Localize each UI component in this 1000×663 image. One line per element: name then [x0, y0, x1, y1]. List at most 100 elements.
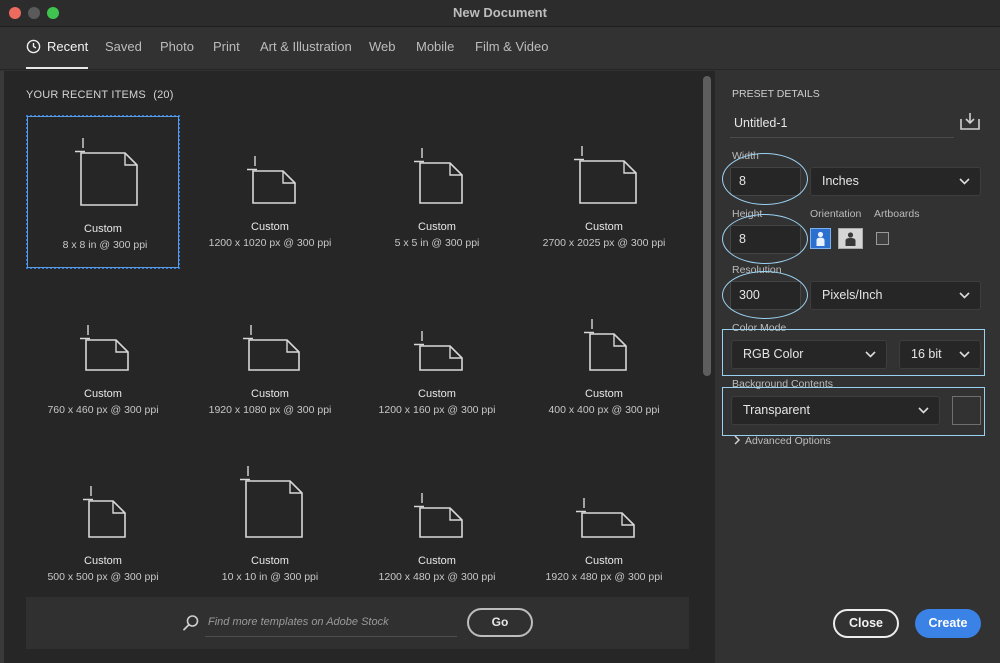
recent-item-tile[interactable]: Custom 500 x 500 px @ 300 ppi	[26, 449, 180, 603]
artboards-checkbox[interactable]	[876, 232, 889, 245]
artboards-label: Artboards	[874, 208, 920, 220]
color-mode-value: RGB Color	[743, 347, 804, 361]
recent-items-title: YOUR RECENT ITEMS	[26, 89, 146, 101]
resolution-unit-dropdown[interactable]: Pixels/Inch	[810, 281, 981, 310]
portrait-orientation-button[interactable]	[810, 228, 831, 249]
recent-items-header: YOUR RECENT ITEMS (20)	[26, 89, 174, 101]
close-button[interactable]: Close	[833, 609, 899, 638]
chevron-down-icon	[959, 350, 970, 358]
document-preset-icon	[80, 325, 129, 371]
document-name-field[interactable]: Untitled-1	[730, 110, 954, 138]
bit-depth-value: 16 bit	[911, 347, 942, 361]
recent-item-size: 1200 x 480 px @ 300 ppi	[378, 571, 496, 583]
category-tabs: Recent Saved Photo Print Art & Illustrat…	[0, 27, 1000, 70]
title-bar: New Document	[0, 0, 1000, 27]
background-color-swatch[interactable]	[952, 396, 981, 425]
recent-item-tile[interactable]: Custom 1200 x 1020 px @ 300 ppi	[193, 115, 347, 269]
width-unit-value: Inches	[822, 174, 859, 188]
tab-web[interactable]: Web	[369, 39, 396, 54]
document-preset-icon	[584, 319, 627, 371]
recent-item-size: 400 x 400 px @ 300 ppi	[548, 404, 660, 416]
stock-search-input[interactable]: Find more templates on Adobe Stock	[205, 607, 457, 637]
width-input[interactable]: 8	[730, 167, 801, 196]
recent-item-name: Custom	[418, 555, 456, 567]
recent-item-name: Custom	[84, 555, 122, 567]
tab-art-illustration[interactable]: Art & Illustration	[260, 39, 352, 54]
portrait-person-icon	[816, 231, 825, 246]
document-preset-icon	[83, 486, 126, 538]
tab-saved[interactable]: Saved	[105, 39, 142, 54]
recent-item-tile[interactable]: Custom 400 x 400 px @ 300 ppi	[527, 282, 681, 436]
recent-item-tile[interactable]: Custom 2700 x 2025 px @ 300 ppi	[527, 115, 681, 269]
tab-label: Recent	[47, 39, 89, 54]
document-preset-icon	[414, 493, 463, 538]
orientation-label: Orientation	[810, 208, 862, 220]
recent-item-name: Custom	[251, 555, 289, 567]
recent-item-size: 500 x 500 px @ 300 ppi	[47, 571, 159, 583]
background-contents-value: Transparent	[743, 403, 810, 417]
go-button[interactable]: Go	[467, 608, 533, 637]
search-icon	[183, 615, 199, 631]
bit-depth-dropdown[interactable]: 16 bit	[899, 340, 981, 369]
recent-item-tile[interactable]: Custom 760 x 460 px @ 300 ppi	[26, 282, 180, 436]
recent-item-name: Custom	[418, 388, 456, 400]
height-input[interactable]: 8	[730, 225, 801, 254]
recent-item-name: Custom	[585, 221, 623, 233]
width-unit-dropdown[interactable]: Inches	[810, 167, 981, 196]
recent-item-name: Custom	[84, 388, 122, 400]
recent-item-size: 1920 x 1080 px @ 300 ppi	[208, 404, 332, 416]
width-label: Width	[732, 150, 759, 162]
height-label: Height	[732, 208, 763, 220]
document-preset-icon	[75, 138, 138, 206]
new-document-dialog: New Document Recent Saved Photo Print Ar…	[0, 0, 1000, 663]
chevron-down-icon	[918, 406, 929, 414]
clock-icon	[26, 39, 41, 54]
landscape-person-icon	[845, 232, 856, 246]
active-tab-indicator	[26, 67, 88, 69]
background-contents-dropdown[interactable]: Transparent	[731, 396, 940, 425]
scrollbar[interactable]	[703, 76, 711, 376]
color-mode-label: Color Mode	[732, 322, 787, 334]
chevron-right-icon	[734, 435, 741, 445]
tab-mobile[interactable]: Mobile	[416, 39, 454, 54]
save-preset-icon[interactable]	[959, 111, 981, 131]
background-contents-label: Background Contents	[732, 378, 833, 390]
document-preset-icon	[414, 331, 463, 371]
recent-item-size: 1200 x 160 px @ 300 ppi	[378, 404, 496, 416]
document-preset-icon	[576, 498, 635, 538]
document-preset-icon	[247, 156, 296, 204]
color-mode-dropdown[interactable]: RGB Color	[731, 340, 887, 369]
tab-film-video[interactable]: Film & Video	[475, 39, 548, 54]
recent-item-tile[interactable]: Custom 1920 x 480 px @ 300 ppi	[527, 449, 681, 603]
recent-item-name: Custom	[585, 555, 623, 567]
resolution-label: Resolution	[732, 264, 782, 276]
create-button[interactable]: Create	[915, 609, 981, 638]
window-title: New Document	[453, 5, 547, 20]
recent-item-tile[interactable]: Custom 1200 x 480 px @ 300 ppi	[360, 449, 514, 603]
recent-item-size: 1200 x 1020 px @ 300 ppi	[208, 237, 332, 249]
recent-item-size: 10 x 10 in @ 300 ppi	[221, 571, 319, 583]
recent-item-size: 2700 x 2025 px @ 300 ppi	[542, 237, 666, 249]
preset-details-title: PRESET DETAILS	[732, 88, 820, 100]
recent-item-tile[interactable]: Custom 8 x 8 in @ 300 ppi	[26, 115, 180, 269]
recent-item-tile[interactable]: Custom 10 x 10 in @ 300 ppi	[193, 449, 347, 603]
recent-item-size: 1920 x 480 px @ 300 ppi	[545, 571, 663, 583]
tab-photo[interactable]: Photo	[160, 39, 194, 54]
resolution-unit-value: Pixels/Inch	[822, 288, 883, 302]
recent-item-size: 760 x 460 px @ 300 ppi	[47, 404, 159, 416]
recent-item-tile[interactable]: Custom 1920 x 1080 px @ 300 ppi	[193, 282, 347, 436]
recent-item-name: Custom	[585, 388, 623, 400]
tab-recent[interactable]: Recent	[26, 39, 88, 54]
landscape-orientation-button[interactable]	[838, 228, 863, 249]
document-preset-icon	[240, 466, 303, 538]
recent-item-tile[interactable]: Custom 5 x 5 in @ 300 ppi	[360, 115, 514, 269]
tab-print[interactable]: Print	[213, 39, 240, 54]
document-preset-icon	[243, 325, 300, 371]
document-preset-icon	[414, 148, 463, 204]
chevron-down-icon	[959, 177, 970, 185]
chevron-down-icon	[865, 350, 876, 358]
advanced-options-toggle[interactable]: Advanced Options	[733, 435, 831, 447]
recent-item-tile[interactable]: Custom 1200 x 160 px @ 300 ppi	[360, 282, 514, 436]
recent-item-name: Custom	[84, 223, 122, 235]
resolution-input[interactable]: 300	[730, 281, 801, 310]
